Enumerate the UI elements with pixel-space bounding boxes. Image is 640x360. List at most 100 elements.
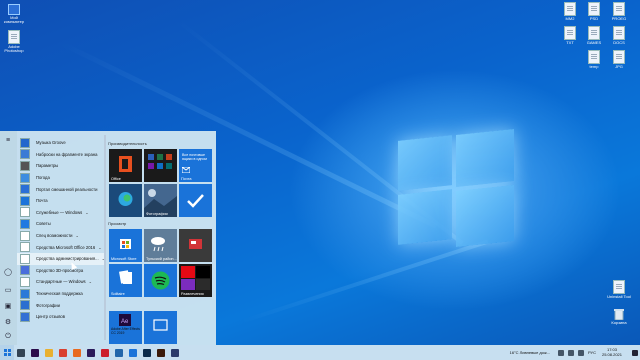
hamburger-icon[interactable]: ≡ [4,137,12,145]
desktop-icon[interactable]: Adobe Photoshop [2,30,26,54]
desktop-icon[interactable]: MM2 [558,2,582,21]
desktop-icon[interactable]: GAMES [582,26,606,45]
spotify-icon [151,271,170,290]
tile-area: Производительность Office Все почтовые я… [106,131,216,345]
taskbar-app-button[interactable] [168,345,182,360]
network-icon[interactable] [567,349,574,356]
entertainment-tile[interactable]: Развлечения [179,264,212,297]
app-icon [20,137,30,148]
folder-icon [20,253,30,264]
app-icon [20,149,30,160]
chevron-up-icon[interactable] [557,349,564,356]
notifications-icon[interactable] [632,349,638,356]
taskbar-app-button[interactable] [126,345,140,360]
pictures-icon[interactable]: ▣ [4,303,12,311]
mail-tile[interactable]: Все почтовые ящики в одном Почта [179,149,212,182]
chevron-down-icon: ⌄ [75,233,79,239]
firefox-icon [73,348,81,357]
taskbar-app-button[interactable] [28,345,42,360]
weather-widget[interactable]: 16°C Ливневые дож... [510,350,550,355]
light-beam [240,239,489,324]
desktop-icon[interactable]: TXT [558,26,582,45]
app-icon [20,300,30,311]
office-apps-tile[interactable] [144,149,177,182]
start-app-label: Почта [36,198,48,204]
start-app-item[interactable]: Музыка Groove [17,137,104,149]
start-app-label: Фотографии [36,302,60,308]
desktop-icon[interactable]: PROEG [607,2,631,21]
desktop-icon[interactable]: PSD [582,2,606,21]
app-icon [20,265,30,276]
start-app-item[interactable]: Параметры [17,160,104,172]
edge-icon [118,192,133,206]
taskbar-app-button[interactable] [42,345,56,360]
start-app-label: Портал смешанной реальности [36,186,98,192]
settings-icon[interactable]: ⚙ [4,319,12,327]
app-tile[interactable] [144,311,177,344]
folder-icon [20,207,30,218]
desktop-icon[interactable]: temp [582,50,606,69]
recycle-bin-icon [614,308,624,320]
group-header: Производительность [108,141,147,146]
start-app-item[interactable]: Средства Microsoft Office 2016 ⌄ [17,241,104,253]
photos-tile[interactable]: Фотографии [144,184,177,217]
taskbar-app-button[interactable] [112,345,126,360]
start-app-label: Советы [36,221,51,227]
news-tile[interactable] [179,229,212,262]
start-app-item[interactable]: Средство 3D-просмотра [17,265,104,277]
taskbar-app-button[interactable] [56,345,70,360]
start-app-item[interactable]: Центр отзывов [17,311,104,323]
file-icon [588,26,600,40]
taskbar-app-button[interactable] [14,345,28,360]
start-app-item[interactable]: Почта [17,195,104,207]
desktop-icon[interactable]: JPG [607,50,631,69]
file-icon [564,2,576,16]
news-icon [189,239,202,249]
user-icon[interactable]: ◯ [4,269,12,277]
windows-logo [398,128,514,248]
file-icon [613,2,625,16]
desktop-icon[interactable]: Мой компьютер [2,4,26,25]
taskbar-app-button[interactable] [98,345,112,360]
start-app-item[interactable]: Фотографии [17,299,104,311]
start-app-item[interactable]: Наброски на фрагменте экрана [17,149,104,161]
taskbar-app-button[interactable] [140,345,154,360]
language-indicator[interactable]: РУС [588,350,596,355]
taskbar-app-button[interactable] [70,345,84,360]
start-app-item[interactable]: Спец возможности ⌄ [17,230,104,242]
desktop-icon[interactable]: Корзина [607,308,631,325]
start-app-label: Наброски на фрагменте экрана [36,151,98,157]
power-icon[interactable]: ⏻ [4,333,12,341]
desktop-icon[interactable]: DOCS [607,26,631,45]
start-app-item[interactable]: Советы [17,218,104,230]
file-icon [613,26,625,40]
start-button[interactable] [0,345,14,360]
start-app-item[interactable]: Техническая поддержка [17,288,104,300]
start-app-label: Спец возможности [36,233,73,239]
solitaire-tile[interactable]: Solitaire [109,264,142,297]
spotify-tile[interactable] [144,264,177,297]
start-app-item[interactable]: Погода [17,172,104,184]
start-app-label: Средство 3D-просмотра [36,267,84,273]
volume-icon[interactable] [577,349,584,356]
weather-tile[interactable]: Тульский район... [144,229,177,262]
start-app-item[interactable]: Портал смешанной реальности [17,183,104,195]
edge-tile[interactable] [109,184,142,217]
clock[interactable]: 17:03 25.08.2021 [602,347,622,358]
documents-icon[interactable]: ▭ [4,287,12,295]
start-app-item[interactable]: Средства администрирования...⌄ [17,252,105,265]
office-tile[interactable]: Office [109,149,142,182]
folder-icon [20,276,30,287]
taskbar-app-button[interactable] [84,345,98,360]
after-effects-tile[interactable]: Ae Adobe After Effects CC 2019 [109,311,142,344]
desktop-icon[interactable]: Uninstall Tool [607,280,631,299]
app-icon [20,195,30,206]
store-tile[interactable]: Microsoft Store [109,229,142,262]
app-list: Музыка Groove Наброски на фрагменте экран… [17,137,105,323]
illustrator-icon [157,348,165,357]
todo-tile[interactable] [179,184,212,217]
start-app-item[interactable]: Служебные — Windows ⌄ [17,207,104,219]
start-app-item[interactable]: Стандартные — Windows ⌄ [17,276,104,288]
taskbar-app-button[interactable] [154,345,168,360]
start-app-label: Центр отзывов [36,314,65,320]
